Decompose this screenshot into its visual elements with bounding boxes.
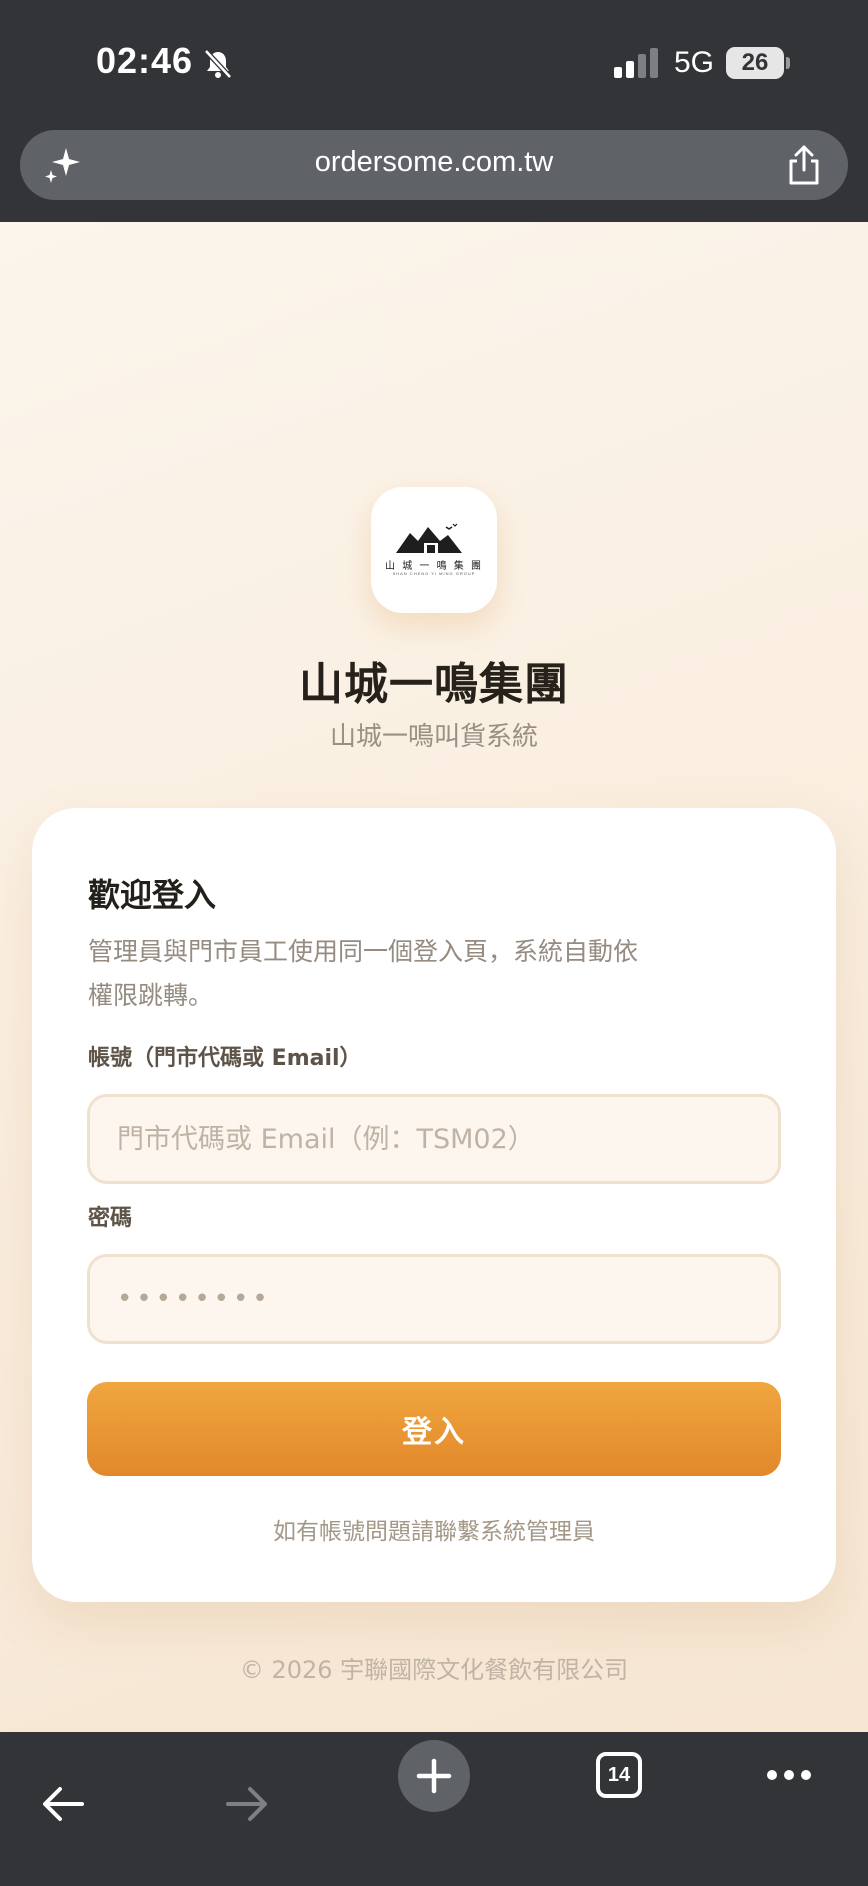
status-bar: 02:46 5G 26 ordersome.com.tw [0, 0, 868, 222]
card-description: 管理員與門市員工使用同一個登入頁，系統自動依權限跳轉。 [88, 937, 639, 1010]
network-type: 5G [674, 46, 715, 79]
forward-arrow-icon[interactable] [224, 1784, 270, 1824]
status-time: 02:46 [96, 40, 194, 81]
brand-title: 山城一鳴集團 [299, 659, 569, 710]
bell-slash-icon [204, 49, 232, 79]
mountain-logo-icon [396, 523, 462, 553]
battery-indicator: 26 [726, 47, 784, 79]
password-input[interactable] [87, 1254, 781, 1344]
share-icon[interactable] [786, 144, 822, 186]
tabs-button[interactable]: 14 [596, 1752, 642, 1798]
login-page: 山 城 一 鳴 集 團 SHAN CHENG YI MING GROUP 山城一… [0, 222, 868, 1732]
plus-icon [416, 1758, 452, 1794]
account-input[interactable] [87, 1094, 781, 1184]
brand-logo: 山 城 一 鳴 集 團 SHAN CHENG YI MING GROUP [371, 487, 497, 613]
logo-subtext: SHAN CHENG YI MING GROUP [392, 571, 476, 576]
more-icon[interactable] [766, 1768, 812, 1782]
browser-toolbar: 14 [0, 1732, 868, 1886]
battery-cap [786, 57, 790, 69]
new-tab-button[interactable] [398, 1740, 470, 1812]
brand-subtitle: 山城一鳴叫貨系統 [329, 722, 538, 752]
login-button[interactable]: 登入 [87, 1382, 781, 1476]
back-arrow-icon[interactable] [40, 1784, 86, 1824]
login-card: 歡迎登入 管理員與門市員工使用同一個登入頁，系統自動依權限跳轉。 帳號（門市代碼… [32, 808, 836, 1602]
card-title: 歡迎登入 [88, 876, 217, 914]
help-text: 如有帳號問題請聯繫系統管理員 [273, 1519, 595, 1545]
password-label: 密碼 [88, 1206, 133, 1231]
account-label: 帳號（門市代碼或 Email） [88, 1046, 362, 1071]
url-text[interactable]: ordersome.com.tw [20, 146, 848, 179]
address-bar[interactable]: ordersome.com.tw [20, 130, 848, 200]
signal-icon [614, 48, 658, 78]
logo-wordmark: 山 城 一 鳴 集 團 [385, 561, 483, 572]
copyright: © 2026 宇聯國際文化餐飲有限公司 [239, 1656, 629, 1684]
